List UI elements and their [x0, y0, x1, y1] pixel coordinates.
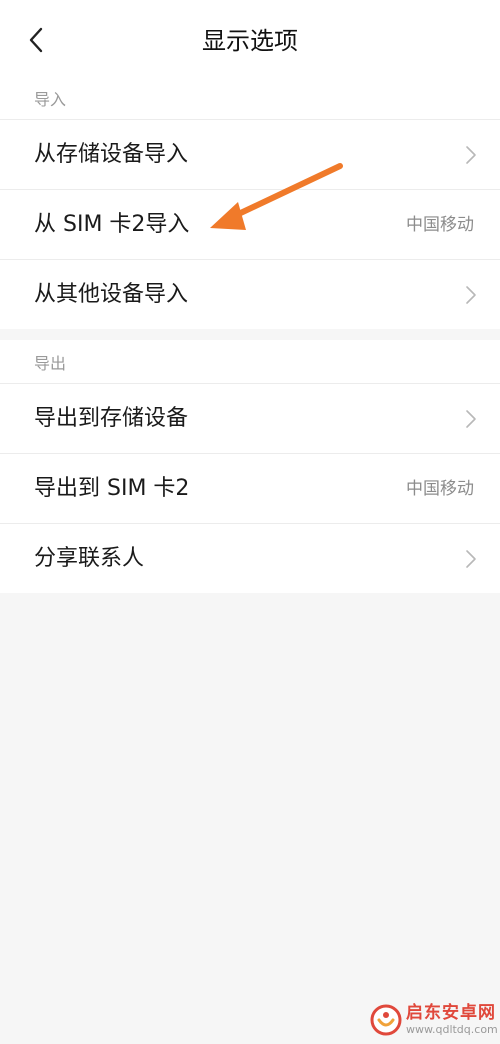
row-label: 导出到存储设备 — [34, 406, 189, 431]
top-bar: 显示选项 — [0, 0, 500, 76]
row-label: 分享联系人 — [34, 546, 145, 571]
chevron-right-icon — [466, 146, 476, 164]
carrier-value: 中国移动 — [406, 215, 474, 235]
row-label: 从其他设备导入 — [34, 282, 189, 307]
carrier-value: 中国移动 — [406, 479, 474, 499]
export-to-storage-row[interactable]: 导出到存储设备 — [0, 384, 500, 454]
watermark: 启东安卓网 www.qdltdq.com — [370, 1000, 498, 1040]
export-section: 导出 导出到存储设备 导出到 SIM 卡2 中国移动 分享联系人 — [0, 340, 500, 593]
export-to-sim2-row[interactable]: 导出到 SIM 卡2 中国移动 — [0, 454, 500, 524]
row-label: 导出到 SIM 卡2 — [34, 476, 190, 501]
section-header-import: 导入 — [0, 76, 500, 120]
watermark-title: 启东安卓网 — [406, 1003, 496, 1023]
share-contacts-row[interactable]: 分享联系人 — [0, 524, 500, 594]
watermark-logo-icon — [370, 1004, 402, 1036]
row-label: 从存储设备导入 — [34, 142, 189, 167]
chevron-right-icon — [466, 550, 476, 568]
section-header-export: 导出 — [0, 340, 500, 384]
row-label: 从 SIM 卡2导入 — [34, 212, 190, 237]
import-from-storage-row[interactable]: 从存储设备导入 — [0, 120, 500, 190]
watermark-url: www.qdltdq.com — [406, 1023, 498, 1036]
import-from-other-device-row[interactable]: 从其他设备导入 — [0, 260, 500, 330]
import-section: 导入 从存储设备导入 从 SIM 卡2导入 中国移动 从其他设备导入 — [0, 76, 500, 329]
chevron-right-icon — [466, 410, 476, 428]
import-from-sim2-row[interactable]: 从 SIM 卡2导入 中国移动 — [0, 190, 500, 260]
page-title: 显示选项 — [202, 27, 298, 55]
chevron-right-icon — [466, 286, 476, 304]
